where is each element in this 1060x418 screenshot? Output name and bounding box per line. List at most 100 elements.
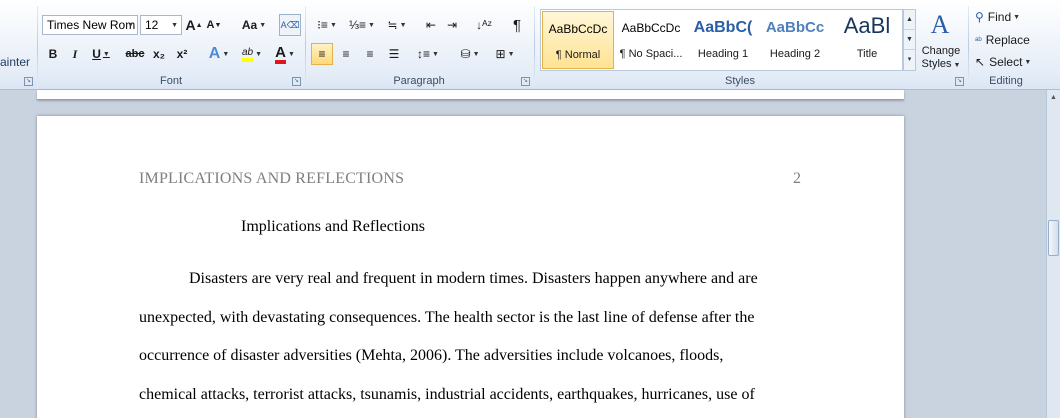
underline-button[interactable]: U ▼ xyxy=(90,44,112,64)
body-line-1[interactable]: Disasters are very real and frequent in … xyxy=(189,270,758,288)
document-title[interactable]: Implications and Reflections xyxy=(241,218,425,236)
italic-button[interactable]: I xyxy=(66,44,84,64)
borders-button[interactable]: ⊞ ▼ xyxy=(490,44,520,64)
border-icon: ⊞ xyxy=(495,47,506,61)
increase-indent-button[interactable]: ⇥ xyxy=(443,15,461,35)
style-preview: AaBbCcDc xyxy=(548,22,608,36)
eraser-icon: A⌫ xyxy=(280,19,300,30)
replace-icon: ᵃᵇ xyxy=(975,35,982,45)
highlight-button[interactable]: ab ▼ xyxy=(237,44,267,64)
bullets-button[interactable]: ⁝≡ ▼ xyxy=(313,15,341,35)
style-title[interactable]: AaBl Title xyxy=(831,11,903,69)
replace-button[interactable]: ᵃᵇ Replace xyxy=(975,30,1055,50)
running-head[interactable]: IMPLICATIONS AND REFLECTIONS xyxy=(139,170,404,188)
change-case-icon: Aa xyxy=(241,18,258,32)
chevron-down-icon[interactable]: ▼ xyxy=(127,22,134,29)
numbered-list-icon: ⅓≡ xyxy=(349,18,367,32)
grow-font-icon: A xyxy=(185,17,196,33)
style-preview: AaBbC( xyxy=(693,19,753,36)
align-right-button[interactable]: ≡ xyxy=(360,44,380,64)
scroll-up-icon[interactable]: ▲ xyxy=(904,10,915,30)
document-page[interactable]: IMPLICATIONS AND REFLECTIONS 2 Implicati… xyxy=(37,116,904,418)
previous-page-edge xyxy=(37,90,904,100)
styles-group-label: Styles xyxy=(725,75,755,87)
change-case-button[interactable]: Aa ▼ xyxy=(240,15,268,35)
replace-label: Replace xyxy=(985,33,1030,47)
binoculars-icon: ⚲ xyxy=(975,10,984,24)
font-size-box[interactable]: 12 ▼ xyxy=(140,15,182,35)
change-styles-button[interactable]: Change Styles ▼ xyxy=(918,45,964,72)
align-center-icon: ≡ xyxy=(342,47,350,61)
styles-gallery-scroll[interactable]: ▲ ▼ ▾ xyxy=(903,9,916,71)
align-left-button[interactable]: ≡ xyxy=(311,43,333,65)
justify-button[interactable]: ☰ xyxy=(384,44,404,64)
format-painter-button[interactable]: ainter xyxy=(0,52,32,72)
styles-launcher-icon[interactable]: ↘ xyxy=(955,77,964,86)
vertical-scrollbar[interactable]: ▲ xyxy=(1046,90,1060,418)
decrease-indent-icon: ⇤ xyxy=(425,18,437,32)
font-launcher-icon[interactable]: ↘ xyxy=(292,77,301,86)
style-name: Heading 1 xyxy=(697,48,749,60)
scrollbar-thumb[interactable] xyxy=(1048,220,1059,256)
clear-formatting-button[interactable]: A⌫ xyxy=(279,14,301,36)
grow-font-button[interactable]: A ▲ xyxy=(185,15,203,35)
font-group-label: Font xyxy=(159,75,182,87)
group-separator xyxy=(37,6,38,86)
page-number: 2 xyxy=(793,170,801,187)
sort-button[interactable]: ↓ᴬᶻ xyxy=(475,15,493,35)
shrink-font-button[interactable]: A ▼ xyxy=(205,15,223,35)
strikethrough-button[interactable]: abc xyxy=(124,44,146,64)
body-line-3[interactable]: occurrence of disaster adversities (Meht… xyxy=(139,347,723,365)
bold-button[interactable]: B xyxy=(44,44,62,64)
line-spacing-icon: ↕≡ xyxy=(417,47,431,61)
font-color-button[interactable]: A ▼ xyxy=(270,44,300,64)
subscript-button[interactable]: x₂ xyxy=(150,44,168,64)
scroll-up-icon[interactable]: ▲ xyxy=(1048,94,1059,106)
sort-icon: ↓ᴬᶻ xyxy=(476,18,492,32)
paragraph-launcher-icon[interactable]: ↘ xyxy=(521,77,530,86)
numbering-button[interactable]: ⅓≡ ▼ xyxy=(348,15,376,35)
change-styles-icon[interactable]: A xyxy=(920,8,960,42)
style-heading-1[interactable]: AaBbC( Heading 1 xyxy=(687,11,759,69)
change-styles-label-1: Change xyxy=(921,45,961,57)
styles-gallery: AaBbCcDc ¶ Normal AaBbCcDc ¶ No Spaci...… xyxy=(540,9,903,71)
style-preview: AaBl xyxy=(843,13,891,38)
style-normal[interactable]: AaBbCcDc ¶ Normal xyxy=(542,11,614,69)
shading-button[interactable]: ⛁ ▼ xyxy=(455,44,485,64)
superscript-button[interactable]: x² xyxy=(173,44,191,64)
decrease-indent-button[interactable]: ⇤ xyxy=(422,15,440,35)
more-styles-icon[interactable]: ▾ xyxy=(904,50,915,70)
bullet-list-icon: ⁝≡ xyxy=(317,18,328,32)
style-preview: AaBbCc xyxy=(765,19,825,36)
text-effects-button[interactable]: A ▼ xyxy=(205,44,233,64)
clipboard-launcher-icon[interactable]: ↘ xyxy=(24,77,33,86)
ribbon: ainter ↘ Times New Rom ▼ 12 ▼ A ▲ A ▼ Aa ▼ … xyxy=(0,0,1060,90)
select-button[interactable]: ↖ Select ▼ xyxy=(975,52,1050,72)
show-formatting-button[interactable]: ¶ xyxy=(508,15,526,35)
group-separator xyxy=(534,6,535,86)
line-spacing-button[interactable]: ↕≡ ▼ xyxy=(414,44,442,64)
align-center-button[interactable]: ≡ xyxy=(336,44,356,64)
multilevel-list-button[interactable]: ≒ ▼ xyxy=(383,15,411,35)
style-name: Title xyxy=(856,48,878,60)
editing-group-label: Editing xyxy=(989,75,1023,87)
justify-icon: ☰ xyxy=(388,47,400,61)
style-no-spacing[interactable]: AaBbCcDc ¶ No Spaci... xyxy=(615,11,687,69)
paragraph-group-label: Paragraph xyxy=(393,75,445,87)
find-button[interactable]: ⚲ Find ▼ xyxy=(975,7,1045,27)
font-name-value: Times New Rom xyxy=(47,18,136,32)
style-name: ¶ Normal xyxy=(555,49,601,61)
style-heading-2[interactable]: AaBbCc Heading 2 xyxy=(759,11,831,69)
body-line-2[interactable]: unexpected, with devastating consequence… xyxy=(139,309,754,327)
change-styles-label-2: Styles xyxy=(921,58,952,70)
align-left-icon: ≡ xyxy=(318,47,326,61)
body-line-4[interactable]: chemical attacks, terrorist attacks, tsu… xyxy=(139,386,755,404)
font-name-box[interactable]: Times New Rom ▼ xyxy=(42,15,138,35)
group-separator xyxy=(968,6,969,86)
style-name: ¶ No Spaci... xyxy=(619,48,683,60)
multilevel-list-icon: ≒ xyxy=(387,18,398,32)
highlighter-icon: ab xyxy=(241,47,254,62)
scroll-down-icon[interactable]: ▼ xyxy=(904,30,915,50)
font-color-icon: A xyxy=(275,45,286,64)
chevron-down-icon[interactable]: ▼ xyxy=(171,22,178,29)
